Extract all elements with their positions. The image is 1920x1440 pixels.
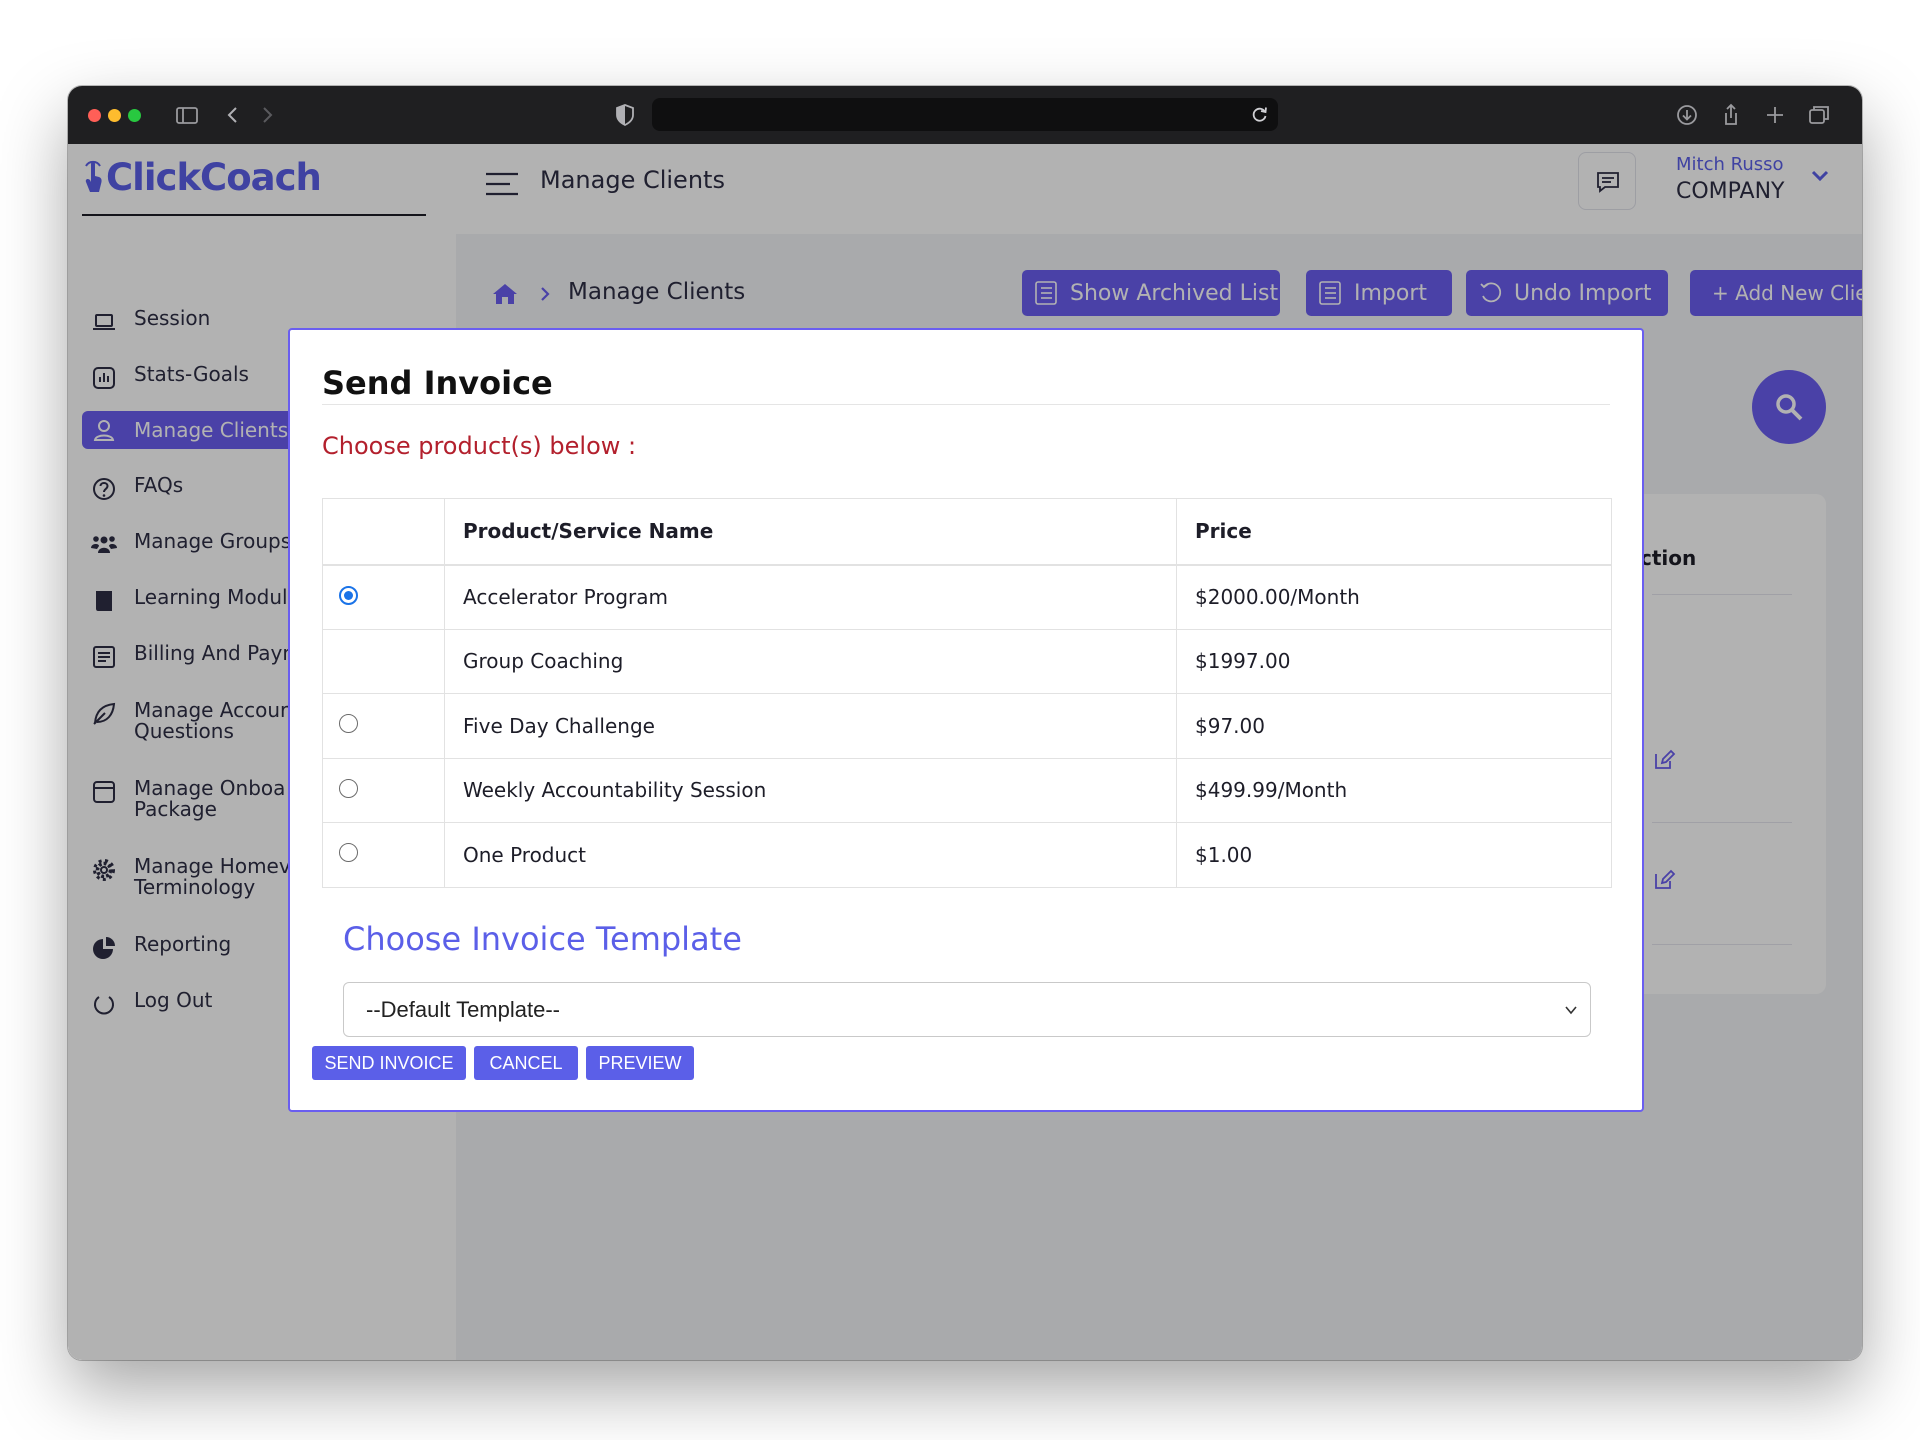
- modal-title-divider: [322, 404, 1610, 405]
- product-name-cell: Accelerator Program: [444, 564, 1177, 630]
- invoice-template-heading: Choose Invoice Template: [343, 920, 742, 958]
- table-row: Group Coaching $1997.00: [322, 628, 1612, 694]
- product-name-cell: Group Coaching: [444, 628, 1177, 694]
- table-header-row: Product/Service Name Price: [322, 498, 1612, 566]
- product-price-cell: $2000.00/Month: [1176, 564, 1612, 630]
- close-window-button[interactable]: [88, 109, 101, 122]
- browser-window: ClickCoach Session Stats-Goals Manage Cl…: [68, 86, 1862, 1360]
- invoice-template-select[interactable]: --Default Template--: [343, 982, 1591, 1037]
- select-column-header: [322, 498, 445, 566]
- table-row[interactable]: Weekly Accountability Session $499.99/Mo…: [322, 757, 1612, 823]
- new-tab-icon[interactable]: [1762, 102, 1788, 128]
- browser-titlebar: [68, 86, 1862, 144]
- choose-products-label: Choose product(s) below :: [322, 432, 637, 460]
- products-table: Product/Service Name Price Accelerator P…: [322, 498, 1612, 888]
- zoom-window-button[interactable]: [128, 109, 141, 122]
- send-invoice-modal: Send Invoice Choose product(s) below : P…: [288, 328, 1644, 1112]
- product-name-cell: Weekly Accountability Session: [444, 757, 1177, 823]
- product-price-cell: $1.00: [1176, 822, 1612, 888]
- select-cell: [322, 822, 445, 888]
- cancel-button[interactable]: CANCEL: [474, 1046, 578, 1080]
- product-radio[interactable]: [339, 843, 358, 862]
- reload-icon[interactable]: [1250, 104, 1270, 124]
- preview-button[interactable]: PREVIEW: [586, 1046, 694, 1080]
- privacy-shield-icon[interactable]: [614, 103, 636, 127]
- product-radio[interactable]: [339, 714, 358, 733]
- chevron-down-icon: [1565, 1006, 1577, 1015]
- invoice-template-value: --Default Template--: [366, 996, 560, 1022]
- product-price-cell: $499.99/Month: [1176, 757, 1612, 823]
- product-name-cell: Five Day Challenge: [444, 693, 1177, 759]
- product-price-cell: $97.00: [1176, 693, 1612, 759]
- table-row[interactable]: Five Day Challenge $97.00: [322, 693, 1612, 759]
- share-icon[interactable]: [1718, 102, 1744, 128]
- table-row[interactable]: Accelerator Program $2000.00/Month: [322, 564, 1612, 630]
- forward-icon[interactable]: [254, 102, 280, 128]
- select-cell: [322, 564, 445, 630]
- product-name-cell: One Product: [444, 822, 1177, 888]
- price-column-header: Price: [1176, 498, 1612, 566]
- select-cell: [322, 693, 445, 759]
- select-cell: [322, 628, 445, 694]
- product-name-column-header: Product/Service Name: [444, 498, 1177, 566]
- product-price-cell: $1997.00: [1176, 628, 1612, 694]
- minimize-window-button[interactable]: [108, 109, 121, 122]
- product-radio[interactable]: [339, 778, 358, 798]
- sidebar-toggle-icon[interactable]: [174, 102, 200, 128]
- address-bar[interactable]: [652, 98, 1278, 131]
- send-invoice-button[interactable]: SEND INVOICE: [312, 1046, 466, 1080]
- tab-overview-icon[interactable]: [1806, 102, 1832, 128]
- product-radio[interactable]: [339, 585, 358, 605]
- table-row[interactable]: One Product $1.00: [322, 822, 1612, 888]
- modal-title: Send Invoice: [322, 364, 553, 402]
- select-cell: [322, 757, 445, 823]
- back-icon[interactable]: [220, 102, 246, 128]
- downloads-icon[interactable]: [1674, 102, 1700, 128]
